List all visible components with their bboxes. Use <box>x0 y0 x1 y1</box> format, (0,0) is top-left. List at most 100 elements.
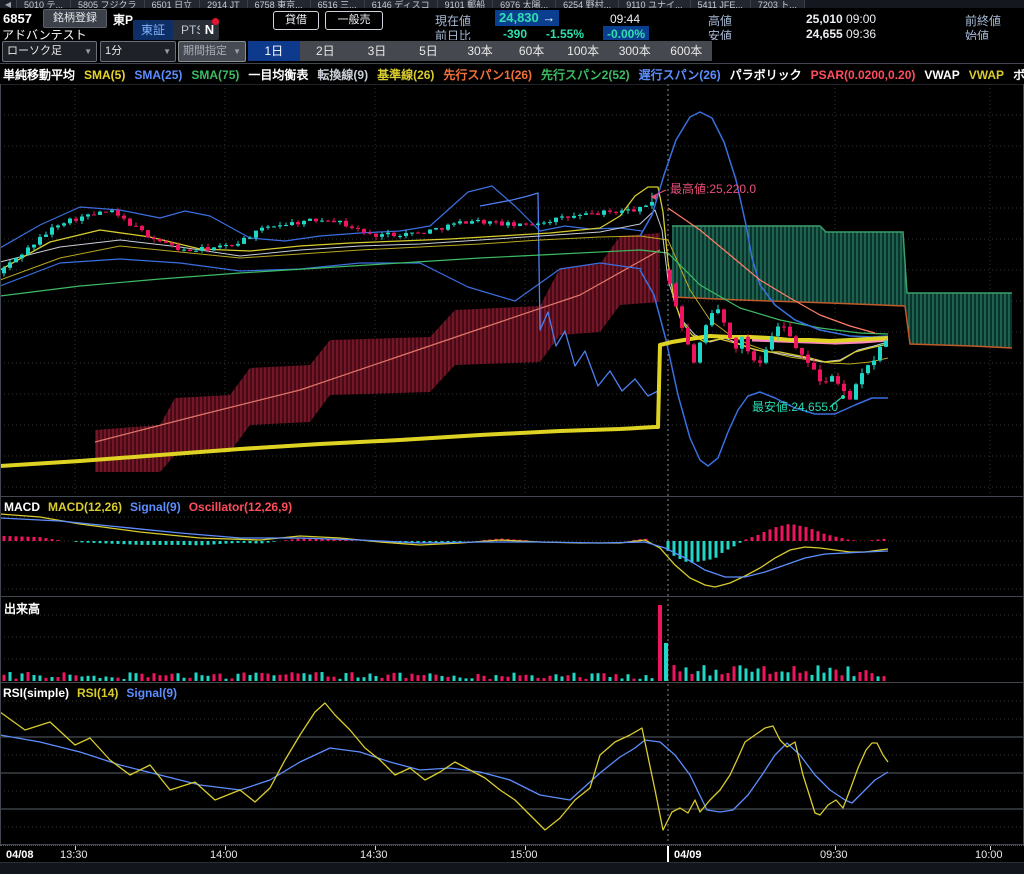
legend-item: RSI(14) <box>77 686 118 700</box>
indicator-legend: 単純移動平均SMA(5)SMA(25)SMA(75)一目均衡表転換線(9)基準線… <box>0 63 1024 85</box>
legend-item: 一目均衡表 <box>248 66 308 83</box>
stock-tab[interactable]: 6146 ディスコ <box>365 0 438 8</box>
stock-tab[interactable]: 6254 野村... <box>556 0 619 8</box>
period-button[interactable]: 30本 <box>454 41 506 61</box>
legend-item: 単純移動平均 <box>3 66 75 83</box>
chart-area: 最高値:25,220.0 最安値:24,655.0 <box>0 84 1024 845</box>
day-separator-tick <box>667 846 669 863</box>
chart-type-select[interactable]: ローソク足 ▼ <box>2 41 97 62</box>
news-alert-dot <box>212 18 219 25</box>
legend-item: 先行スパン1(26) <box>443 66 532 83</box>
period-button[interactable]: 3日 <box>351 41 403 61</box>
bollinger-lower-0408 <box>0 259 642 301</box>
legend-item: 転換線(9) <box>317 66 368 83</box>
period-button[interactable]: 2日 <box>300 41 352 61</box>
stock-tab[interactable]: 2914 JT <box>200 0 248 8</box>
rsi-layer <box>0 703 888 830</box>
legend-item: PSAR(0.0200,0.20) <box>811 68 916 82</box>
legend-item: 基準線(26) <box>377 66 434 83</box>
low-value: 24,655 09:36 <box>806 27 876 41</box>
high-value: 25,010 09:00 <box>806 12 876 26</box>
chevron-down-icon: ▼ <box>233 43 241 60</box>
exchange-tab-東証[interactable]: 東証 <box>133 20 173 40</box>
stock-tab[interactable]: 5805 フジクラ <box>71 0 145 8</box>
stock-tab[interactable]: 9101 郵船 <box>438 0 494 8</box>
axis-label: 10:00 <box>975 849 1003 861</box>
period-specify-label: 期間指定 <box>183 43 227 60</box>
legend-item: パラボリック <box>730 66 802 83</box>
axis-label: 04/09 <box>674 849 702 861</box>
legend-item: 先行スパン2(52) <box>541 66 630 83</box>
ichimoku-cloud-down <box>95 233 660 472</box>
legend-item: 遅行スパン(26) <box>639 66 721 83</box>
stock-tab[interactable]: 6758 東京... <box>248 0 311 8</box>
chevron-down-icon: ▼ <box>163 43 171 60</box>
legend-item: MACD <box>4 500 40 514</box>
loan-button[interactable]: 貸借 <box>273 11 319 30</box>
axis-label: 14:00 <box>210 849 238 861</box>
rsi-legend: RSI(simple) RSI(14) Signal(9) <box>3 686 185 700</box>
tab-nav-left-icon[interactable]: ◀ <box>0 0 17 8</box>
low-annotation: 最安値:24,655.0 <box>752 399 838 414</box>
header: 6857 アドバンテスト 銘柄登録 東P 東証PTS N 貸借 一般売 現在値 … <box>0 8 1024 40</box>
period-button-bar: 1日2日3日5日30本60本100本300本600本 <box>248 41 712 61</box>
period-button[interactable]: 1日 <box>248 41 300 61</box>
legend-item: VWAP <box>924 68 959 82</box>
stock-tab-strip: ◀ 5010 テ...5805 フジクラ6501 日立2914 JT6758 東… <box>0 0 1024 8</box>
stock-tabs: 5010 テ...5805 フジクラ6501 日立2914 JT6758 東京.… <box>17 0 805 8</box>
high-time: 09:00 <box>846 12 876 26</box>
period-specify-button[interactable]: 期間指定 ▼ <box>178 41 246 62</box>
period-button[interactable]: 5日 <box>403 41 455 61</box>
volume-legend: 出来高 <box>4 600 48 617</box>
stock-tab[interactable]: 5411 JFE... <box>691 0 751 8</box>
stock-tab[interactable]: 6976 太陽... <box>493 0 556 8</box>
bottom-strip <box>0 862 1024 874</box>
period-button[interactable]: 600本 <box>661 41 713 61</box>
legend-item: SMA(5) <box>84 68 125 82</box>
change-percent: -1.55% <box>546 27 584 41</box>
axis-label: 09:30 <box>820 849 848 861</box>
axis-label: 14:30 <box>360 849 388 861</box>
time-axis: 04/08 13:30 14:00 14:30 15:00 04/09 09:30 10:00 <box>0 845 1024 863</box>
interval-value: 1分 <box>105 43 122 60</box>
axis-label: 04/08 <box>6 849 34 861</box>
stock-tab[interactable]: 5010 テ... <box>17 0 71 8</box>
axis-label: 15:00 <box>510 849 538 861</box>
general-sell-button[interactable]: 一般売 <box>325 11 383 30</box>
high-annotation: 最高値:25,220.0 <box>670 181 756 196</box>
market-segment-label: 東P <box>113 11 133 28</box>
stock-tab[interactable]: 6501 日立 <box>145 0 201 8</box>
period-button[interactable]: 100本 <box>557 41 609 61</box>
current-price-value: 24,830 → <box>495 10 559 26</box>
chevron-down-icon: ▼ <box>84 43 92 60</box>
stock-tab[interactable]: 6516 三... <box>311 0 365 8</box>
direction-arrow-icon: → <box>542 10 555 25</box>
legend-item: MACD(12,26) <box>48 500 122 514</box>
low-time: 09:36 <box>846 27 876 41</box>
high-price: 25,010 <box>806 12 843 26</box>
legend-item: Oscillator(12,26,9) <box>189 500 292 514</box>
low-price: 24,655 <box>806 27 843 41</box>
legend-item: VWAP <box>969 68 1004 82</box>
legend-item: ボリンジャーバンド <box>1013 66 1024 83</box>
legend-item: SMA(75) <box>191 68 239 82</box>
ichimoku-cloud-layer <box>95 226 1012 472</box>
period-button[interactable]: 300本 <box>609 41 661 61</box>
current-price-time: 09:44 <box>610 12 640 26</box>
chart-controls: ローソク足 ▼ 1分 ▼ 期間指定 ▼ 1日2日3日5日30本60本100本300本6… <box>0 40 1024 63</box>
legend-item: Signal(9) <box>126 686 177 700</box>
macd-legend: MACDMACD(12,26)Signal(9)Oscillator(12,26… <box>4 500 300 514</box>
stock-code: 6857 <box>3 11 32 26</box>
period-button[interactable]: 60本 <box>506 41 558 61</box>
axis-label: 13:30 <box>60 849 88 861</box>
legend-item: RSI(simple) <box>3 686 69 700</box>
register-symbol-button[interactable]: 銘柄登録 <box>43 9 107 28</box>
stock-tab[interactable]: 9110 ユナイ... <box>619 0 690 8</box>
current-price-number: 24,830 <box>499 10 539 25</box>
interval-select[interactable]: 1分 ▼ <box>100 41 176 62</box>
legend-item: 出来高 <box>4 600 40 617</box>
macd-layer <box>0 514 888 587</box>
volume-layer <box>3 605 886 681</box>
stock-tab[interactable]: 7203 ト... <box>751 0 805 8</box>
chart-type-value: ローソク足 <box>7 43 62 60</box>
